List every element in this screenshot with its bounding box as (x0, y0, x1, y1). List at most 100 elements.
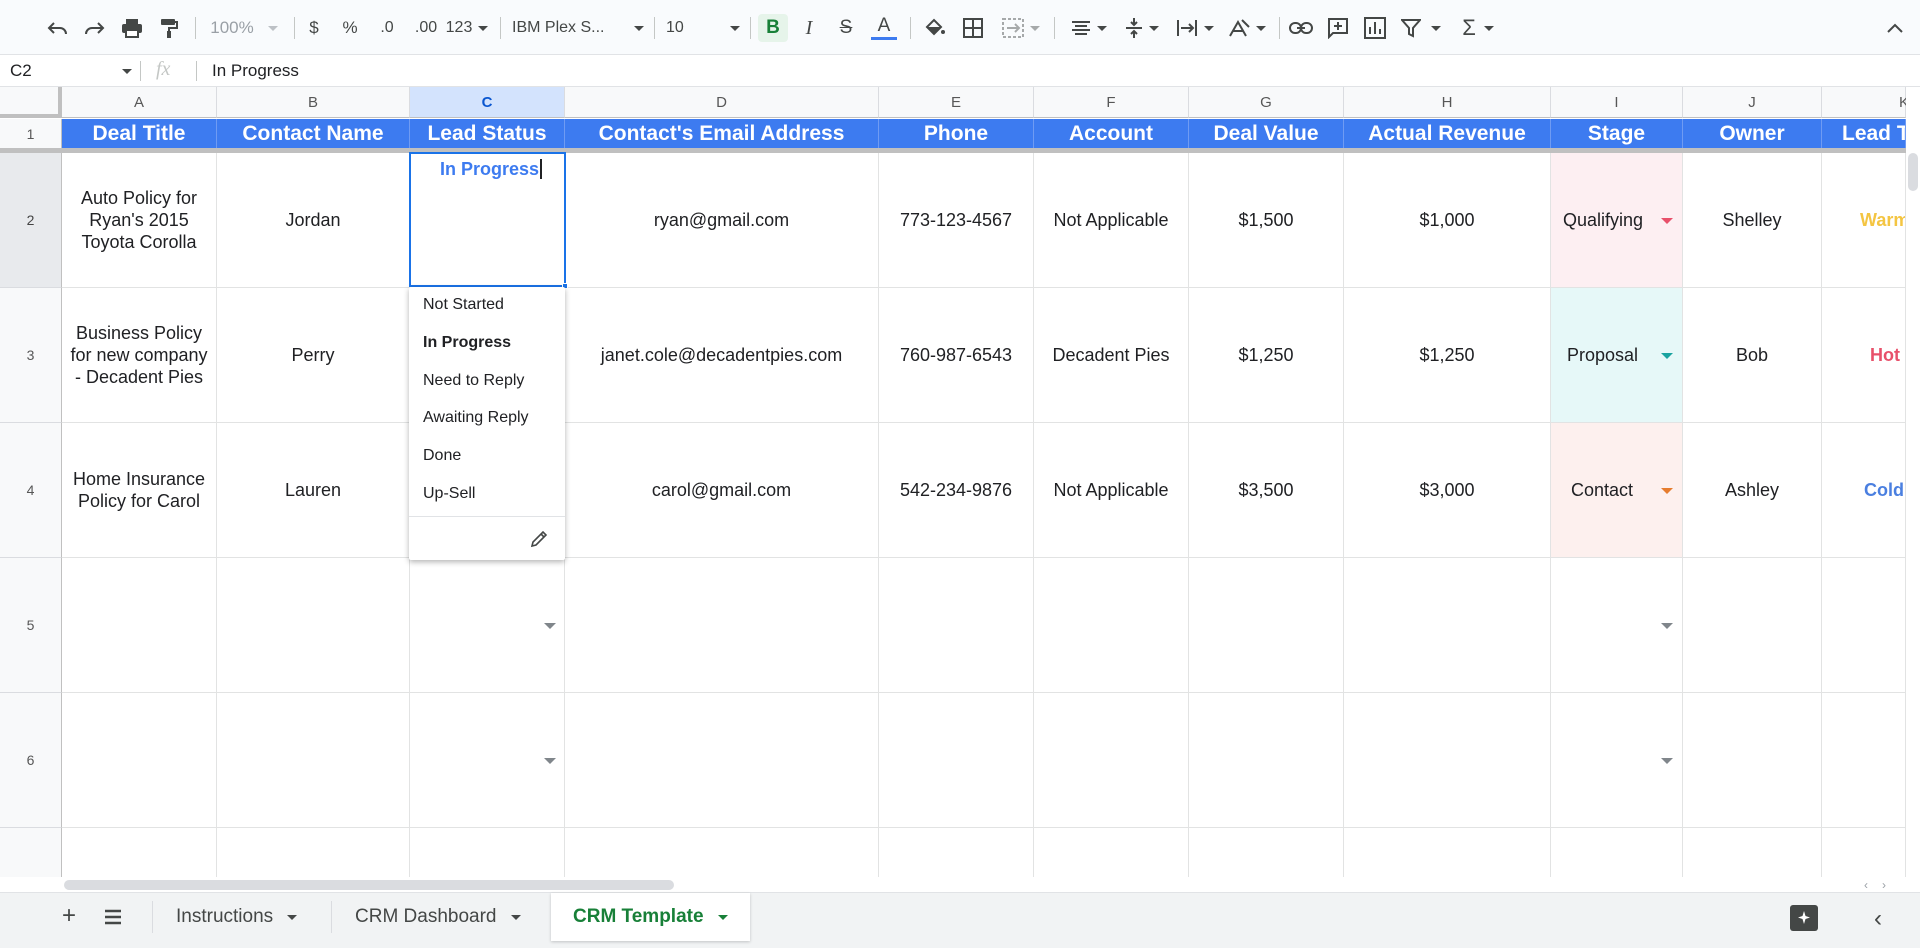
scroll-left-icon[interactable]: ‹ (1864, 878, 1868, 892)
cell-f4[interactable]: Not Applicable (1034, 423, 1189, 558)
cell-h4[interactable]: $3,000 (1344, 423, 1551, 558)
horizontal-scrollbar[interactable]: ‹ › (62, 877, 1906, 892)
header-cell-lead-temp[interactable]: Lead T (1822, 119, 1906, 148)
row-header-1[interactable]: 1 (0, 119, 62, 149)
cell-j4[interactable]: Ashley (1683, 423, 1822, 558)
chevron-down-icon[interactable] (1661, 623, 1673, 629)
row-header-5[interactable]: 5 (0, 558, 62, 693)
column-header-c[interactable]: C (410, 87, 565, 118)
cell-b3[interactable]: Perry (217, 288, 410, 423)
header-cell-deal-value[interactable]: Deal Value (1189, 119, 1344, 148)
chevron-down-icon[interactable] (544, 623, 556, 629)
side-panel-toggle-icon[interactable]: ‹ (1874, 905, 1882, 933)
font-family-select[interactable]: IBM Plex S... (512, 14, 644, 42)
print-icon[interactable] (118, 14, 146, 42)
cell-g5[interactable] (1189, 558, 1344, 693)
explore-icon[interactable] (1790, 905, 1818, 931)
undo-icon[interactable] (44, 14, 72, 42)
cell-a7[interactable] (62, 828, 217, 877)
row-header-2[interactable]: 2 (0, 153, 62, 288)
cell-d2[interactable]: ryan@gmail.com (565, 153, 879, 288)
active-cell-editor-c2[interactable]: In Progress (409, 152, 566, 287)
cell-g4[interactable]: $3,500 (1189, 423, 1344, 558)
column-header-i[interactable]: I (1551, 87, 1683, 118)
cell-e4[interactable]: 542-234-9876 (879, 423, 1034, 558)
zoom-select[interactable]: 100% (205, 14, 283, 42)
row-header-4[interactable]: 4 (0, 423, 62, 558)
vertical-scroll-thumb[interactable] (1908, 153, 1918, 191)
column-header-b[interactable]: B (217, 87, 410, 118)
header-cell-account[interactable]: Account (1034, 119, 1189, 148)
cell-j2[interactable]: Shelley (1683, 153, 1822, 288)
cell-j7[interactable] (1683, 828, 1822, 877)
cell-b7[interactable] (217, 828, 410, 877)
cell-f3[interactable]: Decadent Pies (1034, 288, 1189, 423)
header-cell-phone[interactable]: Phone (879, 119, 1034, 148)
text-color-button[interactable]: A (869, 14, 899, 42)
borders-icon[interactable] (959, 14, 987, 42)
column-header-d[interactable]: D (565, 87, 879, 118)
text-wrap-icon[interactable] (1172, 14, 1218, 42)
scroll-right-icon[interactable]: › (1882, 878, 1886, 892)
cell-d6[interactable] (565, 693, 879, 828)
sheet-tab-crm-template[interactable]: CRM Template (551, 893, 750, 941)
edit-pencil-icon[interactable] (527, 527, 551, 551)
header-cell-stage[interactable]: Stage (1551, 119, 1683, 148)
dropdown-option-need-to-reply[interactable]: Need to Reply (423, 372, 524, 390)
percent-button[interactable]: % (338, 14, 362, 42)
cell-k2-lead-temp[interactable]: Warm (1822, 153, 1906, 288)
column-header-k[interactable]: K (1822, 87, 1906, 118)
cell-e3[interactable]: 760-987-6543 (879, 288, 1034, 423)
cell-f2[interactable]: Not Applicable (1034, 153, 1189, 288)
text-rotation-icon[interactable] (1224, 14, 1270, 42)
cell-c7[interactable] (410, 828, 565, 877)
cell-f5[interactable] (1034, 558, 1189, 693)
cell-j3[interactable]: Bob (1683, 288, 1822, 423)
insert-chart-icon[interactable] (1360, 14, 1390, 42)
cell-j5[interactable] (1683, 558, 1822, 693)
dropdown-option-up-sell[interactable]: Up-Sell (423, 485, 475, 503)
cell-k7[interactable] (1822, 828, 1906, 877)
cell-b6[interactable] (217, 693, 410, 828)
row-header-7[interactable] (0, 828, 62, 877)
cell-a4[interactable]: Home Insurance Policy for Carol (62, 423, 217, 558)
cell-h7[interactable] (1344, 828, 1551, 877)
column-header-a[interactable]: A (62, 87, 217, 118)
column-header-g[interactable]: G (1189, 87, 1344, 118)
currency-button[interactable]: $ (302, 14, 326, 42)
cell-d3[interactable]: janet.cole@decadentpies.com (565, 288, 879, 423)
cell-g3[interactable]: $1,250 (1189, 288, 1344, 423)
cell-a5[interactable] (62, 558, 217, 693)
cell-b4[interactable]: Lauren (217, 423, 410, 558)
cell-b5[interactable] (217, 558, 410, 693)
header-cell-deal-title[interactable]: Deal Title (62, 119, 217, 148)
sheet-tab-crm-dashboard[interactable]: CRM Dashboard (333, 893, 543, 941)
cell-f6[interactable] (1034, 693, 1189, 828)
cell-j6[interactable] (1683, 693, 1822, 828)
chevron-down-icon[interactable] (1661, 488, 1673, 494)
column-header-h[interactable]: H (1344, 87, 1551, 118)
header-cell-contact-name[interactable]: Contact Name (217, 119, 410, 148)
all-sheets-icon[interactable] (104, 909, 122, 925)
horizontal-align-icon[interactable] (1066, 14, 1112, 42)
filter-icon[interactable] (1398, 14, 1444, 42)
sheet-tab-instructions[interactable]: Instructions (154, 893, 319, 941)
horizontal-scroll-thumb[interactable] (64, 880, 674, 890)
cell-d4[interactable]: carol@gmail.com (565, 423, 879, 558)
cell-h2[interactable]: $1,000 (1344, 153, 1551, 288)
chevron-down-icon[interactable] (1661, 218, 1673, 224)
cell-k5[interactable] (1822, 558, 1906, 693)
cell-g6[interactable] (1189, 693, 1344, 828)
cell-e6[interactable] (879, 693, 1034, 828)
cell-a2[interactable]: Auto Policy for Ryan's 2015 Toyota Corol… (62, 153, 217, 288)
fill-color-icon[interactable] (920, 14, 948, 42)
header-cell-email[interactable]: Contact's Email Address (565, 119, 879, 148)
font-size-select[interactable]: 10 (666, 14, 740, 42)
insert-comment-icon[interactable] (1323, 14, 1353, 42)
cell-k6[interactable] (1822, 693, 1906, 828)
cell-k3-lead-temp[interactable]: Hot (1822, 288, 1906, 423)
merge-cells-icon[interactable] (998, 14, 1044, 42)
cell-h6[interactable] (1344, 693, 1551, 828)
insert-link-icon[interactable] (1286, 14, 1316, 42)
bold-button[interactable]: B (758, 14, 788, 42)
